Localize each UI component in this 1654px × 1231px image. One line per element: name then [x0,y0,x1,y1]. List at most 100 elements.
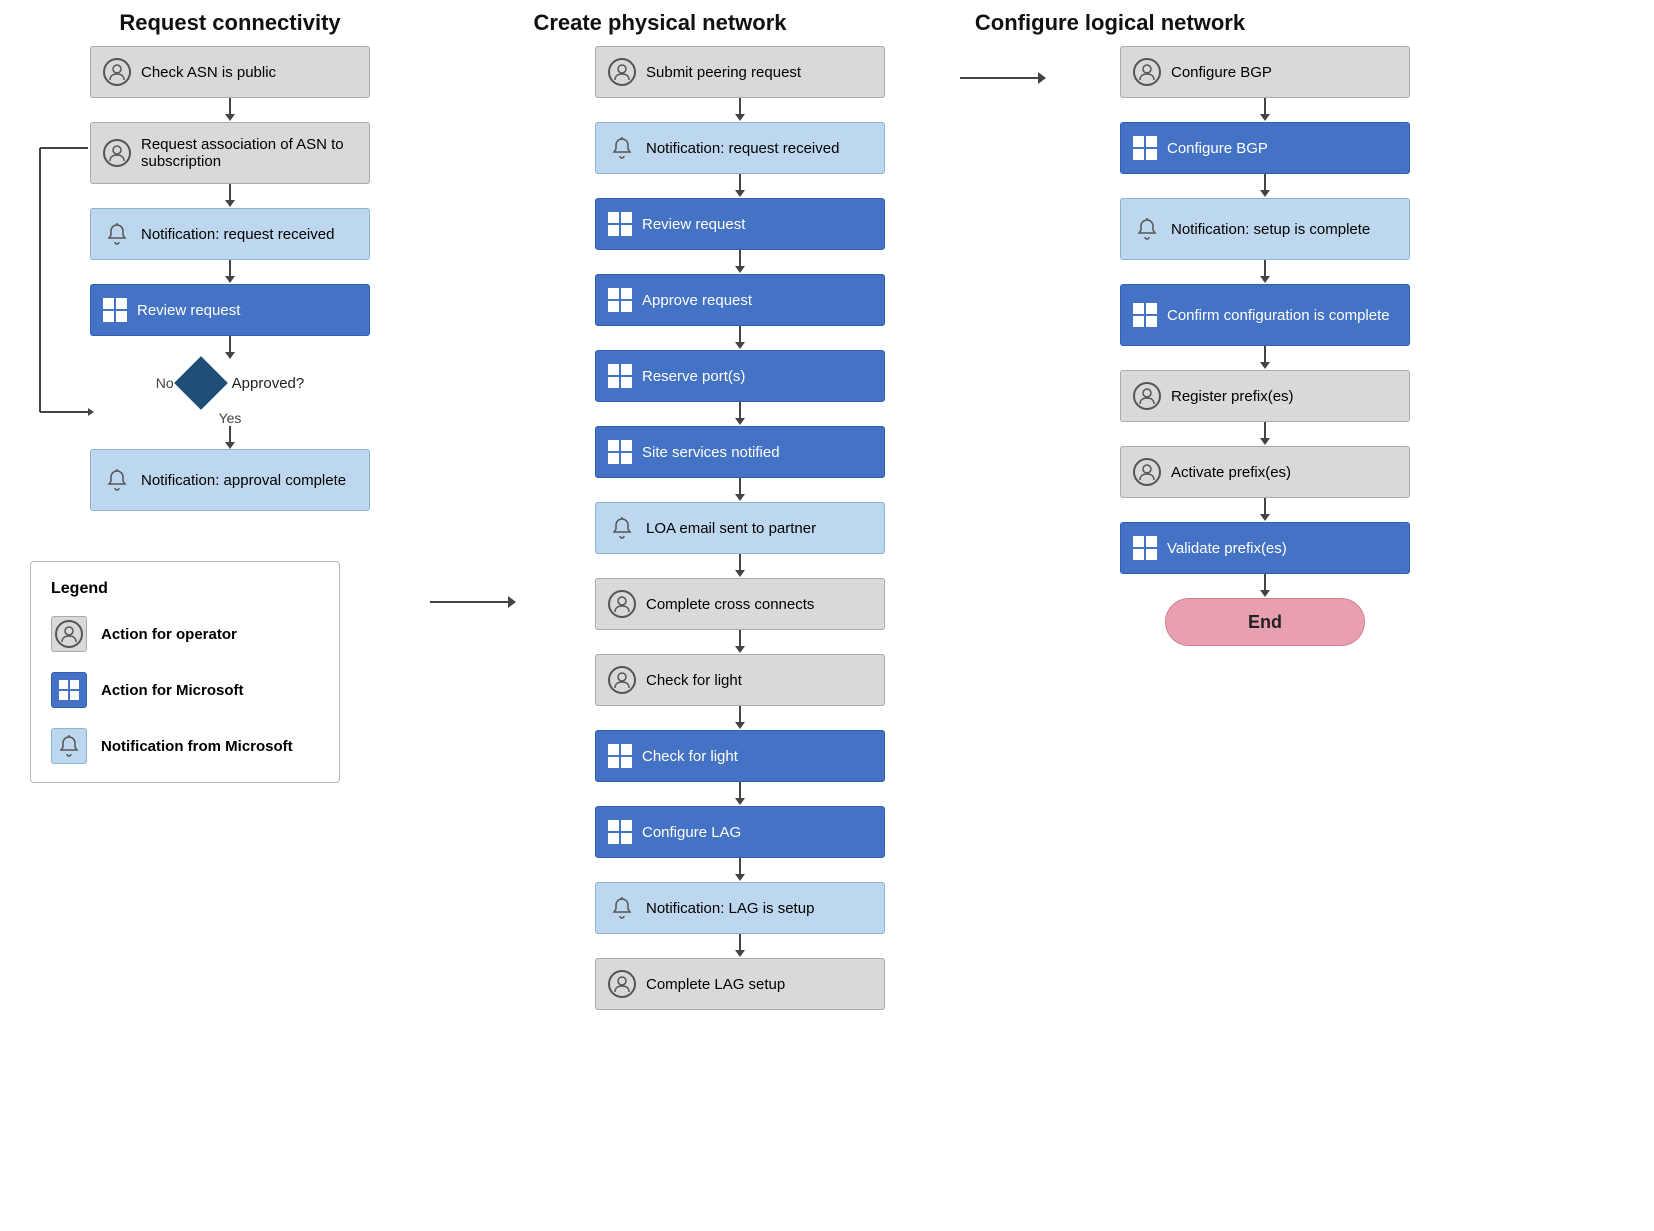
person-icon [608,970,636,998]
bell-icon [1133,215,1161,243]
person-icon [103,139,131,167]
person-icon [1133,382,1161,410]
col2-title: Create physical network [533,10,786,35]
person-icon [1133,58,1161,86]
c3n2: Configure BGP [1120,122,1410,174]
windows-icon [608,820,632,844]
c2n6-text: Site services notified [642,444,780,461]
windows-icon [1133,536,1157,560]
person-icon [608,666,636,694]
windows-icon [1133,136,1157,160]
c3n4: Confirm configuration is complete [1120,284,1410,346]
c3n6: Activate prefix(es) [1120,446,1410,498]
c3n7-text: Validate prefix(es) [1167,540,1287,557]
c1n3: Notification: request received [90,208,370,260]
c1n2-text: Request association of ASN to subscripti… [141,136,357,170]
windows-icon [608,288,632,312]
col3-title: Configure logical network [975,10,1245,35]
legend-person-icon [51,616,87,652]
c2n10-text: Check for light [642,748,738,765]
bell-icon [103,466,131,494]
c3n4-text: Confirm configuration is complete [1167,307,1390,324]
bell-icon [608,514,636,542]
person-icon [608,590,636,618]
no-label: No [156,375,174,391]
bell-icon [608,894,636,922]
legend-item-notification: Notification from Microsoft [51,728,319,764]
c1n5-text: Notification: approval complete [141,472,346,489]
c3n1: Configure BGP [1120,46,1410,98]
diagram-container: Request connectivity Create physical net… [0,0,1654,1231]
windows-icon [608,212,632,236]
c2n10: Check for light [595,730,885,782]
c1n2: Request association of ASN to subscripti… [90,122,370,184]
c1n4-text: Review request [137,302,240,319]
bell-icon [103,220,131,248]
legend-title: Legend [51,580,319,598]
c2n7: LOA email sent to partner [595,502,885,554]
feedback-arrow [30,122,90,511]
c3n8: End [1165,598,1365,646]
diamond-label: Approved? [232,375,305,392]
c1n4: Review request [90,284,370,336]
person-icon [608,58,636,86]
col3: Configure BGP Configure BGP Notification… [1050,46,1480,646]
legend-notification-label: Notification from Microsoft [101,738,293,755]
c2n6: Site services notified [595,426,885,478]
c2n5: Reserve port(s) [595,350,885,402]
c3n5: Register prefix(es) [1120,370,1410,422]
c2n11: Configure LAG [595,806,885,858]
c1n3-text: Notification: request received [141,226,334,243]
c2n8: Complete cross connects [595,578,885,630]
c3n1-text: Configure BGP [1171,64,1272,81]
c2n9-text: Check for light [646,672,742,689]
c3n7: Validate prefix(es) [1120,522,1410,574]
c2n12-text: Notification: LAG is setup [646,900,814,917]
windows-icon [608,440,632,464]
col1-title: Request connectivity [119,10,340,35]
c2n11-text: Configure LAG [642,824,741,841]
c1n5: Notification: approval complete [90,449,370,511]
legend-item-microsoft: Action for Microsoft [51,672,319,708]
c2n1: Submit peering request [595,46,885,98]
c2n4-text: Approve request [642,292,752,309]
c3n5-text: Register prefix(es) [1171,388,1294,405]
person-icon [1133,458,1161,486]
bell-icon [608,134,636,162]
windows-icon [1133,303,1157,327]
legend: Legend Action for operator [30,561,340,783]
person-icon [103,58,131,86]
c2n2: Notification: request received [595,122,885,174]
windows-icon [608,364,632,388]
c2n3: Review request [595,198,885,250]
c2n4: Approve request [595,274,885,326]
windows-icon [608,744,632,768]
windows-icon [103,298,127,322]
diamond-shape [174,356,228,410]
col1: Check ASN is public [30,46,430,783]
c2n9: Check for light [595,654,885,706]
col2-col3-connector [960,72,1050,84]
c3n3-text: Notification: setup is complete [1171,221,1370,238]
c3n8-text: End [1248,612,1282,633]
c1n1-text: Check ASN is public [141,64,276,81]
legend-microsoft-label: Action for Microsoft [101,682,244,699]
c3n6-text: Activate prefix(es) [1171,464,1291,481]
c3n3: Notification: setup is complete [1120,198,1410,260]
diamond-row: No Approved? [156,364,304,402]
c2n7-text: LOA email sent to partner [646,520,816,537]
arrow [225,98,235,122]
c3n2-text: Configure BGP [1167,140,1268,157]
c2n5-text: Reserve port(s) [642,368,745,385]
c2n1-text: Submit peering request [646,64,801,81]
c2n2-text: Notification: request received [646,140,839,157]
c2n13: Complete LAG setup [595,958,885,1010]
c2n13-text: Complete LAG setup [646,976,785,993]
yes-label: Yes [219,410,242,426]
legend-bell-icon [51,728,87,764]
legend-operator-label: Action for operator [101,626,237,643]
c2n3-text: Review request [642,216,745,233]
c2n8-text: Complete cross connects [646,596,814,613]
col2: Submit peering request Notification: req… [520,46,960,1010]
c2n12: Notification: LAG is setup [595,882,885,934]
